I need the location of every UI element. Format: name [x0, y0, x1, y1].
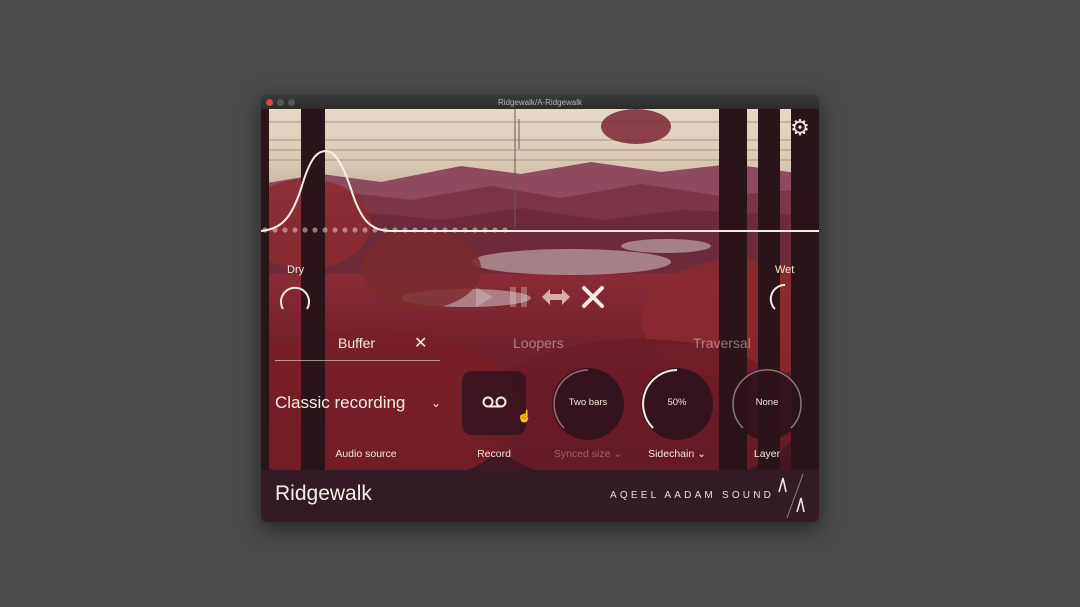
tab-bar: Buffer Loopers Traversal	[261, 331, 819, 361]
pause-icon	[510, 287, 527, 307]
minimize-window-button[interactable]	[277, 98, 284, 106]
sidechain-label[interactable]: Sidechain ⌄	[632, 448, 722, 460]
gear-icon: ⚙	[790, 115, 810, 140]
grain-dot	[342, 227, 348, 233]
swap-direction-button[interactable]	[541, 283, 571, 311]
pause-button[interactable]	[507, 283, 531, 311]
sidechain-knob[interactable]: 50%	[641, 368, 713, 440]
horizontal-arrows-icon	[542, 289, 570, 305]
layer-knob[interactable]: None	[731, 368, 803, 440]
synced-size-label[interactable]: Synced size ⌄	[543, 448, 633, 460]
record-button[interactable]	[462, 371, 526, 435]
grain-dot	[322, 227, 328, 233]
grain-dot	[312, 227, 318, 233]
audio-source-value: Classic recording	[275, 393, 406, 412]
tab-loopers[interactable]: Loopers	[513, 335, 564, 351]
audio-source-label: Audio source	[335, 448, 397, 460]
window-controls	[266, 98, 295, 106]
close-window-button[interactable]	[266, 98, 273, 106]
grain-dot	[302, 227, 308, 233]
settings-button[interactable]: ⚙	[788, 116, 812, 140]
window-title: Ridgewalk/A-Ridgewalk	[497, 97, 583, 107]
voicemail-icon	[482, 396, 507, 408]
footer-bar: Ridgewalk AQEEL AADAM SOUND	[261, 470, 819, 522]
active-tab-indicator	[275, 360, 440, 361]
grain-dot	[362, 227, 368, 233]
close-tab-button[interactable]: ✕	[414, 333, 427, 353]
transport-controls	[471, 283, 611, 311]
maker-name: AQEEL AADAM SOUND	[610, 490, 775, 501]
hand-cursor-icon: ☝	[517, 409, 532, 423]
play-icon	[476, 287, 493, 307]
tab-buffer[interactable]: Buffer	[338, 335, 375, 351]
play-button[interactable]	[471, 283, 497, 311]
audio-source-select[interactable]: Classic recording ⌄	[275, 393, 445, 417]
sidechain-value: 50%	[667, 397, 687, 408]
waveform-display[interactable]	[261, 109, 819, 239]
grain-dot	[332, 227, 338, 233]
chevron-down-icon: ⌄	[431, 396, 442, 410]
aa-logo-icon	[778, 473, 805, 519]
synced-size-value: Two bars	[568, 397, 608, 408]
wet-knob[interactable]	[765, 281, 801, 317]
wet-label: Wet	[775, 264, 795, 276]
envelope-curve	[261, 149, 819, 232]
layer-value: None	[755, 397, 779, 408]
zoom-window-button[interactable]	[288, 98, 295, 106]
dry-label: Dry	[287, 264, 305, 276]
plugin-window: Ridgewalk/A-Ridgewalk ⚙ Dry Wet Buffer L…	[261, 95, 819, 522]
grain-dot	[352, 227, 358, 233]
layer-label: Layer	[753, 448, 781, 460]
dry-knob[interactable]	[277, 281, 313, 317]
grain-dot	[282, 227, 288, 233]
grain-dot	[292, 227, 298, 233]
tab-traversal[interactable]: Traversal	[693, 335, 751, 351]
close-icon	[582, 286, 604, 308]
synced-size-knob[interactable]: Two bars	[552, 368, 624, 440]
product-name: Ridgewalk	[275, 482, 372, 505]
clear-button[interactable]	[579, 283, 607, 311]
title-bar[interactable]: Ridgewalk/A-Ridgewalk	[261, 95, 819, 109]
record-label: Record	[477, 448, 511, 460]
